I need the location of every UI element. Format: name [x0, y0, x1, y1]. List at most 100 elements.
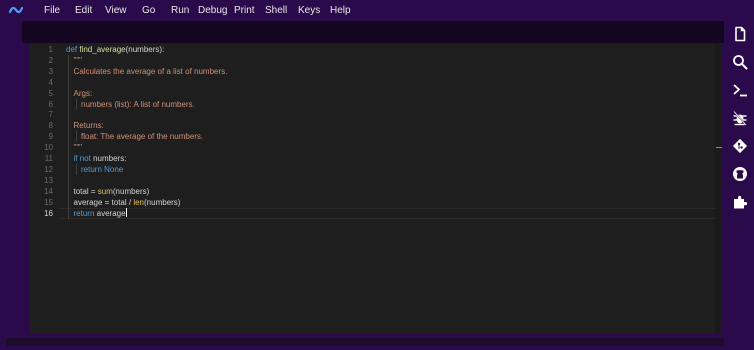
- code-line[interactable]: 7: [29, 109, 721, 121]
- indent-guide: [68, 98, 69, 110]
- indent-guide: [75, 98, 77, 110]
- indent-guide: [68, 163, 69, 175]
- line-number: 1: [48, 45, 53, 54]
- menu-print[interactable]: Print: [234, 5, 255, 16]
- terminal-icon[interactable]: [732, 82, 748, 98]
- git-icon[interactable]: [732, 138, 748, 154]
- code-token: """: [73, 143, 83, 153]
- menu-go[interactable]: Go: [142, 5, 155, 16]
- indent-guide: [68, 109, 69, 121]
- code-line[interactable]: 11 if not numbers:: [29, 153, 721, 164]
- line-number: 6: [48, 99, 53, 109]
- code-line[interactable]: 12 return None: [29, 163, 721, 175]
- code-line[interactable]: 14 total = sum(numbers): [29, 185, 721, 197]
- indent-guide: [68, 120, 69, 132]
- file-icon[interactable]: [732, 26, 748, 42]
- code-line[interactable]: 2 """: [29, 54, 721, 66]
- code-text: numbers (list): A list of numbers.: [81, 99, 195, 110]
- line-number: 13: [44, 175, 53, 185]
- line-number: 16: [44, 208, 53, 218]
- code-token: Calculates the average of a list of numb…: [73, 66, 228, 76]
- code-token: sum: [97, 186, 113, 196]
- menu-debug[interactable]: Debug: [198, 5, 227, 16]
- code-token: numbers:: [93, 154, 127, 163]
- code-line[interactable]: 8 Returns:: [29, 120, 721, 132]
- line-number: 8: [48, 121, 53, 131]
- code-token: Args:: [73, 88, 93, 98]
- indent-guide: [68, 87, 69, 99]
- debug-icon[interactable]: [732, 110, 748, 126]
- code-line[interactable]: 13: [29, 174, 721, 186]
- activity-bar: [725, 21, 754, 341]
- code-text: float: The average of the numbers.: [81, 131, 203, 142]
- active-line-highlight: [59, 207, 721, 219]
- extensions-icon[interactable]: [732, 194, 748, 210]
- menu-shell[interactable]: Shell: [265, 5, 287, 16]
- code-text: return None: [81, 164, 123, 175]
- code-token: return: [73, 208, 97, 218]
- code-text: average = total / len(numbers): [74, 197, 181, 208]
- search-icon[interactable]: [732, 54, 748, 70]
- code-token: return None: [81, 164, 124, 174]
- code-token: Returns:: [73, 121, 104, 131]
- indent-guide: [68, 131, 69, 143]
- code-line[interactable]: 3 Calculates the average of a list of num…: [29, 65, 721, 77]
- menu-view[interactable]: View: [105, 5, 127, 16]
- code-token: average: [96, 208, 126, 218]
- line-number: 14: [44, 186, 53, 196]
- indent-guide: [68, 196, 69, 208]
- line-number: 10: [44, 143, 53, 153]
- indent-guide: [75, 131, 77, 143]
- code-token: (numbers): [112, 186, 150, 196]
- indent-guide: [68, 207, 69, 219]
- indent-guide: [68, 76, 69, 88]
- code-line[interactable]: 6 numbers (list): A list of numbers.: [29, 98, 721, 110]
- code-line[interactable]: 5 Args:: [29, 87, 721, 99]
- indent-guide: [68, 185, 69, 197]
- code-token: """: [73, 55, 83, 65]
- code-token: total =: [73, 186, 98, 196]
- code-token: find_average: [79, 45, 126, 54]
- code-text: return average: [73, 207, 127, 219]
- code-token: numbers (list): A list of numbers.: [81, 99, 195, 109]
- indent-guide: [68, 142, 69, 154]
- text-cursor: [125, 207, 127, 217]
- line-number: 15: [44, 197, 53, 207]
- indent-guide: [68, 54, 69, 66]
- line-number: 3: [48, 66, 53, 76]
- code-token: (numbers): [144, 197, 181, 207]
- code-text: Args:: [74, 88, 93, 99]
- line-number: 9: [48, 132, 53, 142]
- code-token: (numbers):: [125, 45, 165, 54]
- github-icon[interactable]: [732, 166, 748, 182]
- menu-file[interactable]: File: [44, 5, 60, 16]
- menu-keys[interactable]: Keys: [298, 5, 320, 16]
- menu-edit[interactable]: Edit: [75, 5, 92, 16]
- line-number: 7: [48, 110, 53, 120]
- code-text: """: [74, 142, 83, 153]
- code-text: Returns:: [74, 120, 104, 131]
- code-line[interactable]: 15 average = total / len(numbers): [29, 196, 721, 208]
- menu-run[interactable]: Run: [171, 5, 189, 16]
- tilde-logo-icon[interactable]: [8, 3, 24, 17]
- code-editor[interactable]: 1 def find_average(numbers): 2 """ 3 Calculat…: [29, 43, 721, 334]
- code-line[interactable]: 1 def find_average(numbers):: [29, 44, 721, 55]
- vertical-scrollbar[interactable]: [715, 43, 721, 334]
- code-line[interactable]: 4: [29, 76, 721, 88]
- code-line[interactable]: 10 """: [29, 142, 721, 154]
- code-line[interactable]: 16 return average: [29, 207, 721, 219]
- code-text: total = sum(numbers): [74, 186, 150, 197]
- line-number: 4: [48, 77, 53, 87]
- menu-bar: File Edit View Go Run Debug Print Shell …: [0, 0, 754, 21]
- indent-guide: [68, 174, 69, 186]
- horizontal-scrollbar[interactable]: [6, 338, 724, 346]
- menu-help[interactable]: Help: [330, 5, 351, 16]
- indent-guide: [75, 163, 77, 175]
- line-number: 12: [44, 164, 53, 174]
- indent-guide: [68, 153, 69, 164]
- code-token: len: [133, 197, 145, 207]
- code-token: average = total /: [73, 197, 134, 207]
- scrollbar-cursor-marker: [716, 147, 722, 148]
- code-token: def: [66, 45, 80, 54]
- code-line[interactable]: 9 float: The average of the numbers.: [29, 131, 721, 143]
